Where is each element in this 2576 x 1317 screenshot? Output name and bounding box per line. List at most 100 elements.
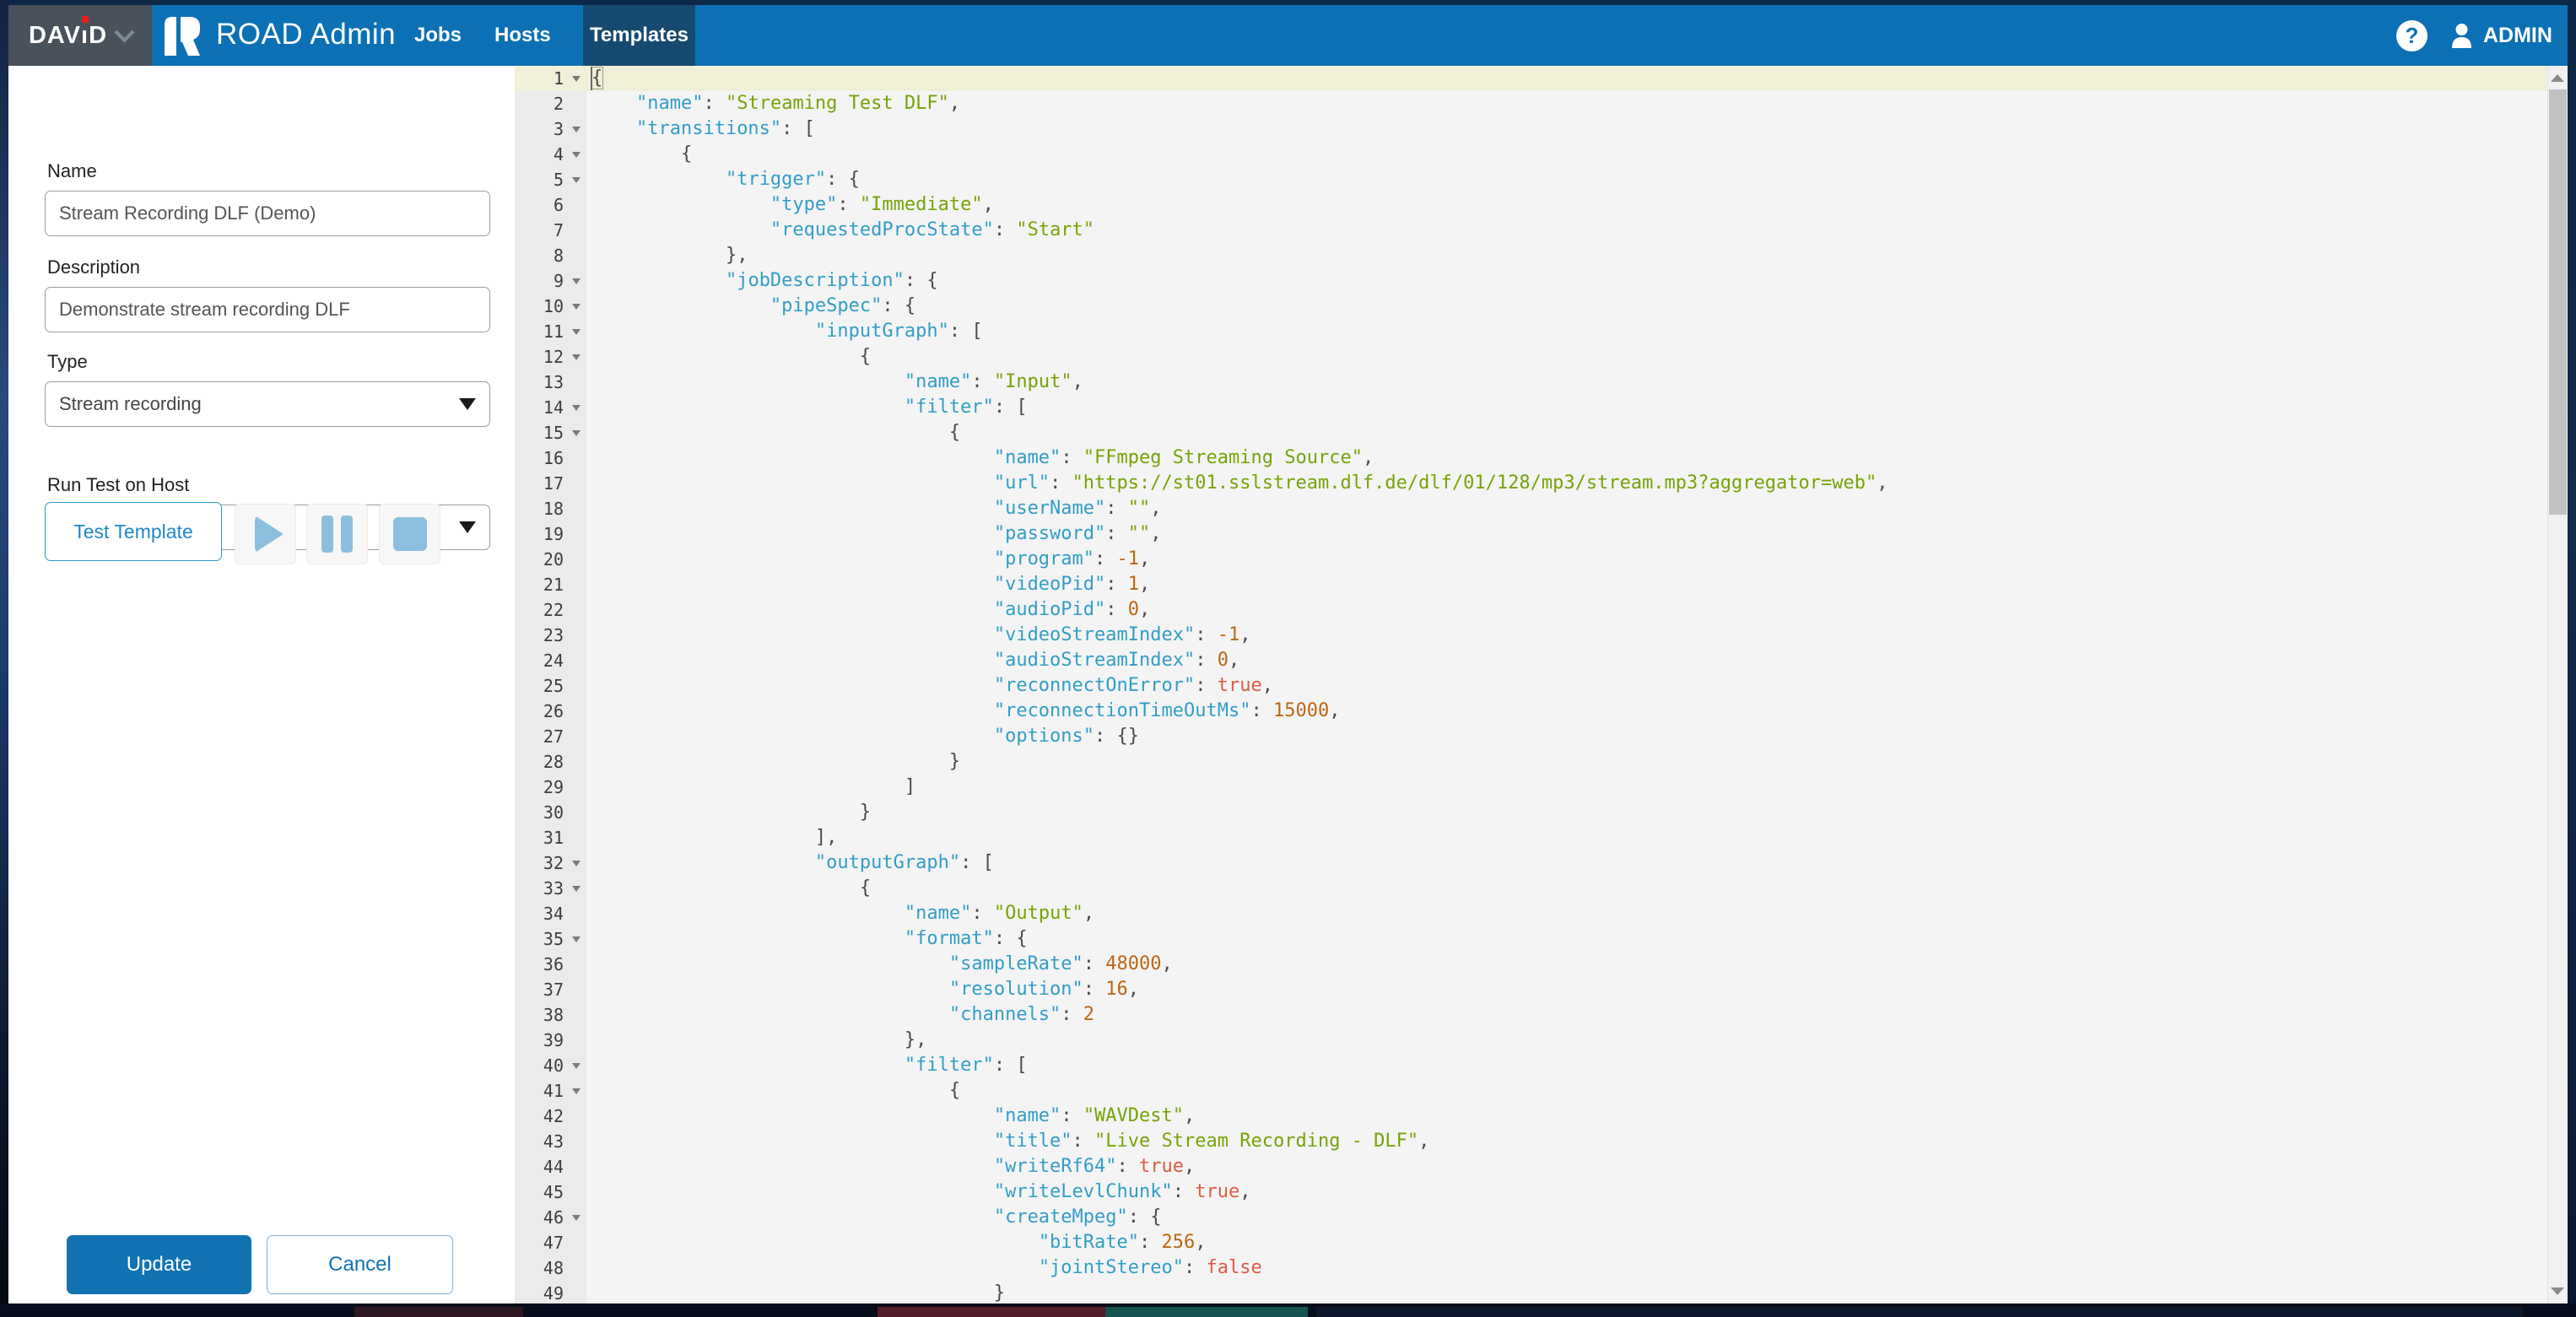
gutter-line-number[interactable]: 28 (515, 749, 586, 775)
code-line[interactable]: "program": -1, (586, 547, 2547, 572)
code-line[interactable]: "videoStreamIndex": -1, (586, 623, 2547, 648)
fold-arrow-icon[interactable] (572, 936, 581, 942)
fold-arrow-icon[interactable] (572, 304, 581, 310)
name-input[interactable] (45, 191, 490, 236)
gutter-line-number[interactable]: 37 (515, 977, 586, 1002)
nav-item-hosts[interactable]: Hosts (494, 5, 551, 66)
gutter-line-number[interactable]: 26 (515, 699, 586, 724)
code-line[interactable]: "requestedProcState": "Start" (586, 218, 2547, 243)
gutter-line-number[interactable]: 15 (515, 420, 586, 445)
code-line[interactable]: } (586, 1281, 2547, 1304)
fold-arrow-icon[interactable] (572, 1088, 581, 1094)
code-line[interactable]: }, (586, 1028, 2547, 1053)
code-line[interactable]: "name": "Output", (586, 901, 2547, 926)
gutter-line-number[interactable]: 12 (515, 344, 586, 370)
fold-arrow-icon[interactable] (572, 405, 581, 411)
code-line[interactable]: "pipeSpec": { (586, 294, 2547, 319)
code-line[interactable]: "name": "Streaming Test DLF", (586, 91, 2547, 116)
gutter-line-number[interactable]: 24 (515, 648, 586, 673)
fold-arrow-icon[interactable] (572, 152, 581, 158)
pause-button[interactable] (306, 504, 368, 564)
code-line[interactable]: { (586, 66, 2547, 91)
code-line[interactable]: { (586, 142, 2547, 167)
fold-arrow-icon[interactable] (572, 278, 581, 284)
gutter-line-number[interactable]: 27 (515, 724, 586, 749)
code-line[interactable]: }, (586, 243, 2547, 268)
gutter-line-number[interactable]: 49 (515, 1281, 586, 1304)
code-line[interactable]: { (586, 344, 2547, 370)
gutter-line-number[interactable]: 36 (515, 952, 586, 977)
editor-code[interactable]: { "name": "Streaming Test DLF", "transit… (586, 66, 2547, 1304)
gutter-line-number[interactable]: 35 (515, 926, 586, 952)
code-line[interactable]: ] (586, 775, 2547, 800)
code-line[interactable]: "reconnectionTimeOutMs": 15000, (586, 699, 2547, 724)
gutter-line-number[interactable]: 30 (515, 800, 586, 825)
code-line[interactable]: "filter": [ (586, 1053, 2547, 1078)
gutter-line-number[interactable]: 32 (515, 850, 586, 876)
code-line[interactable]: { (586, 420, 2547, 445)
json-editor[interactable]: 1234567891011121314151617181920212223242… (515, 66, 2568, 1304)
code-line[interactable]: ], (586, 825, 2547, 850)
gutter-line-number[interactable]: 34 (515, 901, 586, 926)
gutter-line-number[interactable]: 19 (515, 521, 586, 547)
brand-menu[interactable]: DAVıD (8, 5, 152, 66)
scroll-down-arrow-icon[interactable] (2551, 1287, 2564, 1295)
code-line[interactable]: "name": "WAVDest", (586, 1104, 2547, 1129)
gutter-line-number[interactable]: 47 (515, 1230, 586, 1255)
code-line[interactable]: "url": "https://st01.sslstream.dlf.de/dl… (586, 471, 2547, 496)
update-button[interactable]: Update (67, 1235, 251, 1294)
gutter-line-number[interactable]: 38 (515, 1002, 586, 1028)
fold-arrow-icon[interactable] (572, 1215, 581, 1221)
gutter-line-number[interactable]: 2 (515, 91, 586, 116)
code-line[interactable]: "reconnectOnError": true, (586, 673, 2547, 699)
fold-arrow-icon[interactable] (572, 127, 581, 132)
gutter-line-number[interactable]: 43 (515, 1129, 586, 1154)
code-line[interactable]: "channels": 2 (586, 1002, 2547, 1028)
code-line[interactable]: "videoPid": 1, (586, 572, 2547, 597)
gutter-line-number[interactable]: 39 (515, 1028, 586, 1053)
gutter-line-number[interactable]: 17 (515, 471, 586, 496)
gutter-line-number[interactable]: 20 (515, 547, 586, 572)
nav-item-jobs[interactable]: Jobs (414, 5, 462, 66)
gutter-line-number[interactable]: 3 (515, 116, 586, 142)
cancel-button[interactable]: Cancel (267, 1235, 453, 1294)
code-line[interactable]: "trigger": { (586, 167, 2547, 192)
code-line[interactable]: { (586, 1078, 2547, 1104)
nav-item-templates-active[interactable]: Templates (583, 5, 695, 66)
code-line[interactable]: "name": "FFmpeg Streaming Source", (586, 445, 2547, 471)
code-line[interactable]: "inputGraph": [ (586, 319, 2547, 344)
scrollbar-thumb[interactable] (2549, 89, 2567, 515)
gutter-line-number[interactable]: 7 (515, 218, 586, 243)
gutter-line-number[interactable]: 21 (515, 572, 586, 597)
gutter-line-number[interactable]: 16 (515, 445, 586, 471)
gutter-line-number[interactable]: 25 (515, 673, 586, 699)
code-line[interactable]: "transitions": [ (586, 116, 2547, 142)
gutter-line-number[interactable]: 45 (515, 1179, 586, 1205)
gutter-line-number[interactable]: 13 (515, 370, 586, 395)
gutter-line-number[interactable]: 44 (515, 1154, 586, 1179)
code-line[interactable]: { (586, 876, 2547, 901)
gutter-line-number[interactable]: 9 (515, 268, 586, 294)
gutter-line-number[interactable]: 14 (515, 395, 586, 420)
gutter-line-number[interactable]: 40 (515, 1053, 586, 1078)
user-menu[interactable]: ADMIN (2450, 5, 2552, 66)
fold-arrow-icon[interactable] (572, 76, 581, 82)
code-line[interactable]: "type": "Immediate", (586, 192, 2547, 218)
fold-arrow-icon[interactable] (572, 329, 581, 335)
gutter-line-number[interactable]: 4 (515, 142, 586, 167)
gutter-line-number[interactable]: 31 (515, 825, 586, 850)
gutter-line-number[interactable]: 11 (515, 319, 586, 344)
gutter-line-number[interactable]: 33 (515, 876, 586, 901)
fold-arrow-icon[interactable] (572, 1063, 581, 1069)
description-input[interactable] (45, 287, 490, 332)
code-line[interactable]: "name": "Input", (586, 370, 2547, 395)
code-line[interactable]: "options": {} (586, 724, 2547, 749)
code-line[interactable]: "sampleRate": 48000, (586, 952, 2547, 977)
gutter-line-number[interactable]: 1 (515, 66, 586, 91)
scroll-up-arrow-icon[interactable] (2551, 74, 2564, 82)
gutter-line-number[interactable]: 48 (515, 1255, 586, 1281)
code-line[interactable]: } (586, 800, 2547, 825)
gutter-line-number[interactable]: 46 (515, 1205, 586, 1230)
code-line[interactable]: "outputGraph": [ (586, 850, 2547, 876)
code-line[interactable]: "jointStereo": false (586, 1255, 2547, 1281)
